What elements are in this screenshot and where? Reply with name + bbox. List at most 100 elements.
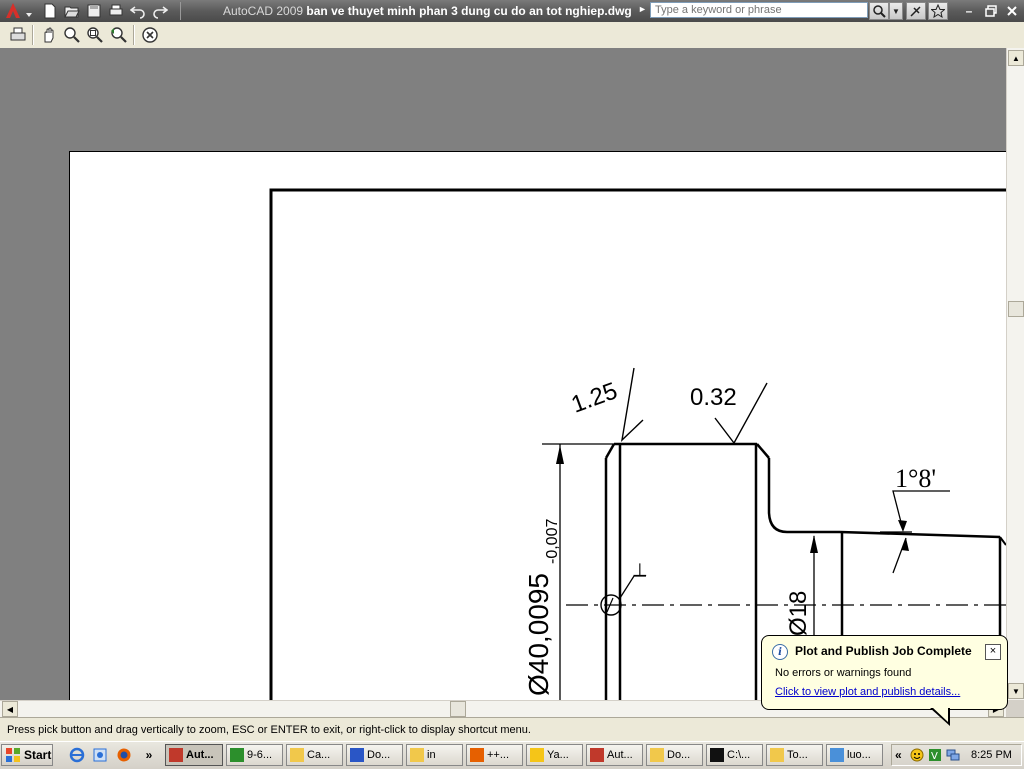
infocenter-search-input[interactable] xyxy=(650,2,868,18)
horizontal-scroll-thumb[interactable] xyxy=(450,701,466,717)
zoom-previous-button[interactable] xyxy=(107,24,129,46)
folder-icon xyxy=(650,748,664,762)
zoom-realtime-icon xyxy=(64,27,80,43)
roughness-value-top: 0.32 xyxy=(690,384,737,411)
satellite-icon xyxy=(910,6,921,17)
status-message: Press pick button and drag vertically to… xyxy=(7,724,531,736)
close-window-button[interactable] xyxy=(1002,3,1022,19)
taskbar-button[interactable]: Aut... xyxy=(586,744,643,766)
pan-button[interactable] xyxy=(38,24,60,46)
system-tray: « V 8:25 PM xyxy=(891,744,1022,766)
redo-button[interactable] xyxy=(150,2,170,20)
scroll-up-button[interactable]: ▲ xyxy=(1008,50,1024,66)
taskbar-button-label: luo... xyxy=(847,749,871,761)
search-button[interactable] xyxy=(869,2,889,20)
roughness-symbol xyxy=(620,367,644,442)
internet-explorer-icon xyxy=(69,747,85,763)
taskbar-button[interactable]: Aut... xyxy=(165,744,223,766)
taskbar-button[interactable]: 9-6... xyxy=(226,744,283,766)
quicklaunch-ie[interactable] xyxy=(68,746,86,764)
yahoo-messenger-icon[interactable] xyxy=(910,748,924,762)
taskbar-button-label: ++... xyxy=(487,749,510,761)
zoom-window-button[interactable] xyxy=(84,24,106,46)
scroll-down-button[interactable]: ▼ xyxy=(1008,683,1024,699)
chat-icon xyxy=(830,748,844,762)
save-icon xyxy=(87,4,101,18)
save-button[interactable] xyxy=(84,2,104,20)
unikey-icon[interactable]: V xyxy=(928,748,942,762)
taskbar-button-label: Ca... xyxy=(307,749,331,761)
search-options-dropdown[interactable]: ▼ xyxy=(889,2,903,20)
taskbar-button-label: Aut... xyxy=(607,749,633,761)
taskbar-button-label: To... xyxy=(787,749,808,761)
quicklaunch-browser[interactable] xyxy=(91,746,109,764)
taskbar-button[interactable]: Ya... xyxy=(526,744,583,766)
close-preview-icon xyxy=(142,27,158,43)
quicklaunch-more[interactable]: » xyxy=(140,746,158,764)
favorites-button[interactable] xyxy=(928,2,948,20)
tray-expand-button[interactable]: « xyxy=(895,748,902,762)
plot-preview-toolbar xyxy=(0,22,1024,49)
taskbar-button[interactable]: Ca... xyxy=(286,744,343,766)
drawing-view: ⊥ 1.25 0.32 1°8' Ø40,0095 -0,007 Ø18 xyxy=(269,188,1006,700)
firefox-icon xyxy=(470,748,484,762)
pdf-icon xyxy=(590,748,604,762)
plot-button[interactable] xyxy=(106,2,126,20)
redo-icon xyxy=(153,6,168,19)
notification-close-button[interactable]: × xyxy=(985,644,1001,660)
open-icon xyxy=(64,6,80,18)
taskbar-button[interactable]: in xyxy=(406,744,463,766)
plot-details-link[interactable]: Click to view plot and publish details..… xyxy=(775,686,960,698)
scroll-left-button[interactable]: ◀ xyxy=(2,701,18,717)
arrow-up-icon: ▲ xyxy=(1012,53,1020,63)
svg-text:V: V xyxy=(931,751,938,762)
undo-button[interactable] xyxy=(128,2,148,20)
main-diameter-value: Ø40,0095 xyxy=(523,573,554,696)
new-button[interactable] xyxy=(40,2,60,20)
start-label: Start xyxy=(24,748,52,762)
open-button[interactable] xyxy=(62,2,82,20)
restore-button[interactable] xyxy=(981,3,1001,19)
quick-access-toolbar xyxy=(40,2,170,20)
taskbar-button[interactable]: Do... xyxy=(646,744,703,766)
restore-icon xyxy=(985,5,997,17)
minimize-button[interactable]: – xyxy=(959,3,979,19)
yahoo-icon xyxy=(530,748,544,762)
taskbar-button-label: Aut... xyxy=(186,749,214,761)
browser-icon xyxy=(93,748,107,762)
perpendicularity-symbol: ⊥ xyxy=(632,560,648,581)
taskbar-button-label: in xyxy=(427,749,436,761)
tolerance-value: -0,007 xyxy=(544,519,561,564)
close-preview-button[interactable] xyxy=(139,24,161,46)
taskbar-button[interactable]: Do... xyxy=(346,744,403,766)
info-icon: i xyxy=(772,644,788,660)
dimension-arrow xyxy=(556,445,564,464)
taskbar-button[interactable]: To... xyxy=(766,744,823,766)
application-menu-button[interactable] xyxy=(2,1,34,21)
plot-icon xyxy=(10,27,26,41)
taper-line xyxy=(839,530,1001,539)
play-arrow-icon: ► xyxy=(638,4,647,14)
quicklaunch-firefox[interactable] xyxy=(115,746,133,764)
network-icon[interactable] xyxy=(946,748,960,762)
communication-center-button[interactable] xyxy=(906,2,926,20)
firefox-icon xyxy=(117,748,131,762)
plot-preview-canvas[interactable]: ⊥ 1.25 0.32 1°8' Ø40,0095 -0,007 Ø18 xyxy=(0,48,1006,700)
toolbar-separator xyxy=(180,2,181,20)
new-icon xyxy=(44,3,56,19)
plot-complete-notification: i Plot and Publish Job Complete × No err… xyxy=(761,635,1008,710)
plot-button[interactable] xyxy=(7,24,29,46)
taskbar-button[interactable]: luo... xyxy=(826,744,883,766)
fillet-line xyxy=(767,458,840,534)
word-icon xyxy=(350,748,364,762)
app-icon xyxy=(230,748,244,762)
product-name: AutoCAD 2009 xyxy=(223,4,304,18)
vertical-scrollbar[interactable]: ▲ ▼ xyxy=(1006,48,1024,700)
taskbar-button[interactable]: C:\... xyxy=(706,744,763,766)
taskbar-button-label: 9-6... xyxy=(247,749,273,761)
taskbar-button[interactable]: ++... xyxy=(466,744,523,766)
start-button[interactable]: Start xyxy=(1,744,53,766)
zoom-realtime-button[interactable] xyxy=(61,24,83,46)
title-bar: AutoCAD 2009 ban ve thuyet minh phan 3 d… xyxy=(0,0,1024,22)
vertical-scroll-thumb[interactable] xyxy=(1008,301,1024,317)
